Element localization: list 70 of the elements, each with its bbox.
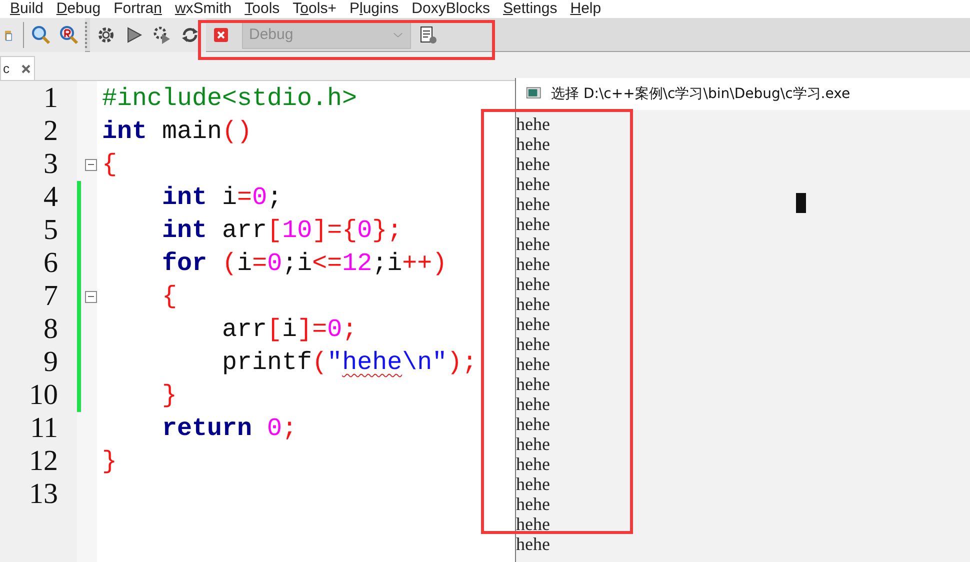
console-output-line: hehe <box>516 334 550 354</box>
document-gear-icon <box>418 24 438 44</box>
menu-item[interactable]: Tools+ <box>292 0 336 18</box>
code-line: return 0; <box>161 413 298 445</box>
console-output-line: hehe <box>516 514 550 534</box>
line-number: 6 <box>42 247 58 280</box>
gear-icon <box>96 24 116 44</box>
line-number: 4 <box>42 181 58 214</box>
menu-item[interactable]: Debug <box>56 0 101 18</box>
line-number: 2 <box>42 115 58 148</box>
menu-item[interactable]: DoxyBlocks <box>412 0 490 18</box>
console-output-line: hehe <box>516 174 550 194</box>
code-line: } <box>102 446 118 478</box>
console-output-line: hehe <box>516 274 550 294</box>
menu-item[interactable]: Build <box>10 0 44 18</box>
console-output-line: hehe <box>516 254 550 274</box>
editor-tab[interactable]: c <box>0 56 35 80</box>
line-number: 10 <box>28 379 58 412</box>
console-output-line: hehe <box>516 294 550 314</box>
code-line: #include<stdio.h> <box>102 83 358 115</box>
line-number: 1 <box>42 82 58 115</box>
code-line: } <box>161 380 178 412</box>
console-output-line: hehe <box>516 314 550 334</box>
menu-item[interactable]: Fortran <box>114 0 162 18</box>
console-output-line: hehe <box>516 234 550 254</box>
code-line: int main() <box>102 116 252 148</box>
search-icon <box>31 24 51 44</box>
line-number: 9 <box>42 346 58 379</box>
console-output-line: hehe <box>516 414 550 434</box>
window-title: 选择 D:\c++案例\c学习\bin\Debug\c学习.exe <box>551 85 850 103</box>
line-number: 8 <box>42 313 58 346</box>
replace-button[interactable] <box>58 24 80 46</box>
fold-toggle[interactable] <box>84 158 96 170</box>
code-line: int i=0; <box>161 182 282 214</box>
console-output-line: hehe <box>516 534 550 554</box>
gear-play-icon <box>152 24 172 44</box>
line-number: 3 <box>42 148 58 181</box>
line-number: 7 <box>42 280 58 313</box>
console-output-line: hehe <box>516 494 550 514</box>
line-number: 13 <box>28 478 58 511</box>
search-r-icon <box>59 24 79 44</box>
console-output-line: hehe <box>516 434 550 454</box>
find-button[interactable] <box>30 24 52 46</box>
console-output-line: hehe <box>516 374 550 394</box>
line-number: 12 <box>28 445 58 478</box>
line-number: 5 <box>42 214 58 247</box>
fold-toggle[interactable] <box>84 290 96 302</box>
console-output-line: hehe <box>516 134 550 154</box>
code-line: printf("hehe\n"); <box>221 347 478 379</box>
code-line: { <box>102 149 118 181</box>
close-icon <box>21 64 31 74</box>
console-output-line: hehe <box>516 454 550 474</box>
console-output-line: hehe <box>516 114 550 134</box>
menu-item[interactable]: Tools <box>244 0 280 18</box>
code-line: { <box>161 281 178 313</box>
menu-item[interactable]: Settings <box>503 0 558 18</box>
console-output-line: hehe <box>516 194 550 214</box>
console-output-line: hehe <box>516 394 550 414</box>
console-output-line: hehe <box>516 154 550 174</box>
code-line: for (i=0;i<=12;i++) <box>161 248 448 280</box>
text-cursor <box>796 193 806 213</box>
code-line: int arr[10]={0}; <box>161 215 402 247</box>
menu-item[interactable]: Plugins <box>349 0 399 18</box>
console-output-line: hehe <box>516 474 550 494</box>
console-output-line: hehe <box>516 214 550 234</box>
menu-item[interactable]: Help <box>570 0 602 18</box>
line-number: 11 <box>29 412 58 445</box>
console-output-line: hehe <box>516 354 550 374</box>
menu-item[interactable]: wxSmith <box>174 0 232 18</box>
code-line: arr[i]=0; <box>221 314 358 346</box>
